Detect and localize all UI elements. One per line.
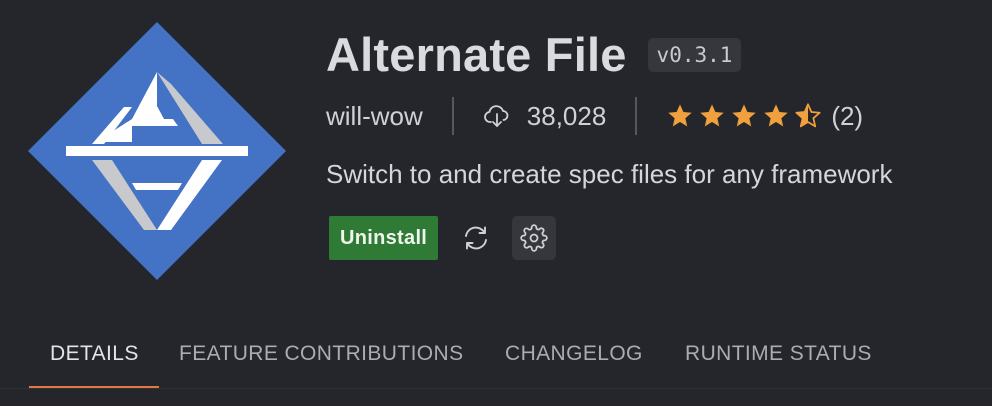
half-star-icon bbox=[795, 103, 821, 128]
tabs-divider bbox=[0, 388, 992, 389]
extension-description: Switch to and create spec files for any … bbox=[326, 159, 893, 189]
extension-title: Alternate File bbox=[326, 28, 627, 81]
tab-feature-contributions[interactable]: FEATURE CONTRIBUTIONS bbox=[179, 342, 464, 366]
star-icon bbox=[668, 104, 692, 127]
publisher-link[interactable]: will-wow bbox=[326, 101, 423, 132]
extension-logo bbox=[28, 22, 286, 280]
gear-icon bbox=[520, 224, 548, 252]
download-cloud-icon bbox=[483, 102, 511, 130]
sync-icon bbox=[465, 226, 488, 250]
tab-bar: DETAILS FEATURE CONTRIBUTIONS CHANGELOG … bbox=[0, 330, 992, 388]
meta-row: will-wow 38,028 (2) bbox=[326, 94, 863, 138]
title-row: Alternate File v0.3.1 bbox=[326, 28, 742, 82]
uninstall-button[interactable]: Uninstall bbox=[329, 216, 439, 260]
actions-row: Uninstall bbox=[329, 216, 557, 260]
sync-button[interactable] bbox=[460, 222, 492, 254]
install-count: 38,028 bbox=[526, 100, 607, 131]
star-icon bbox=[732, 104, 756, 127]
divider bbox=[451, 97, 454, 135]
tab-runtime-status[interactable]: RUNTIME STATUS bbox=[685, 342, 872, 366]
star-icon bbox=[700, 104, 724, 127]
settings-button[interactable] bbox=[512, 216, 557, 260]
divider bbox=[635, 97, 638, 135]
star-icon bbox=[764, 104, 788, 127]
version-badge: v0.3.1 bbox=[647, 38, 742, 72]
tab-details[interactable]: DETAILS bbox=[50, 342, 139, 366]
tab-changelog[interactable]: CHANGELOG bbox=[505, 342, 643, 366]
rating-count: (2) bbox=[831, 100, 864, 131]
rating-stars[interactable]: (2) bbox=[666, 101, 863, 132]
